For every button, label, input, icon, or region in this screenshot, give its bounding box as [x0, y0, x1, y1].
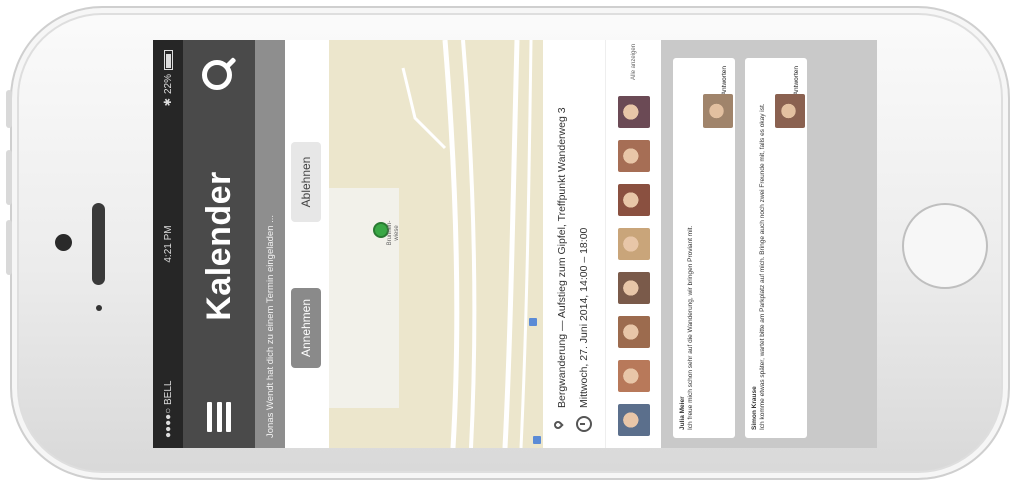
comment-text: Ich freue mich schon sehr auf die Wander…: [687, 225, 694, 430]
battery-icon: [163, 50, 173, 70]
event-map[interactable]: Annehmen Ablehnen Brunnen- wiese: [285, 40, 543, 448]
attendee-avatar[interactable]: [617, 404, 650, 436]
reply-link[interactable]: Antworten: [793, 66, 801, 95]
attendee-avatar[interactable]: [617, 96, 650, 128]
earpiece-speaker: [92, 203, 105, 285]
comment-avatar[interactable]: [703, 94, 733, 128]
show-all-attendees[interactable]: Alle anzeigen: [631, 44, 637, 80]
status-right: ✱ 22%: [163, 50, 174, 106]
location-row: Bergwanderung — Aufstieg zum Gipfel, Tre…: [551, 52, 573, 432]
attendee-avatar[interactable]: [617, 228, 650, 260]
hamburger-icon[interactable]: [207, 402, 231, 432]
screen: ●●●●○ BELL 4:21 PM ✱ 22% Kalender Jonas …: [153, 40, 877, 448]
attendee-avatar[interactable]: [617, 316, 650, 348]
comment-author: Simon Krause: [751, 386, 758, 430]
volume-down-button: [6, 220, 12, 275]
carrier-label: ●●●●○ BELL: [162, 380, 174, 438]
comment-text: Ich komme etwas später, wartet bitte am …: [759, 103, 766, 430]
mute-switch: [6, 90, 12, 128]
front-camera: [55, 234, 72, 251]
reply-link[interactable]: Antworten: [721, 66, 729, 95]
search-icon[interactable]: [202, 56, 237, 90]
attendee-avatar[interactable]: [617, 272, 650, 304]
datetime-row: Mittwoch, 27. Juni 2014, 14:00 – 18:00: [573, 52, 595, 432]
attendee-avatar[interactable]: [617, 140, 650, 172]
transit-marker-icon: [529, 318, 537, 326]
page-title: Kalender: [199, 171, 238, 321]
event-details: Bergwanderung — Aufstieg zum Gipfel, Tre…: [543, 40, 605, 448]
attendee-avatar[interactable]: [617, 184, 650, 216]
home-button[interactable]: [902, 203, 988, 289]
app-view: ●●●●○ BELL 4:21 PM ✱ 22% Kalender Jonas …: [153, 40, 877, 448]
event-location: Bergwanderung — Aufstieg zum Gipfel, Tre…: [556, 107, 568, 408]
attendee-list: Alle anzeigen: [605, 40, 661, 448]
accept-button[interactable]: Annehmen: [291, 288, 321, 368]
comment-author: Julia Meier: [679, 396, 686, 430]
app-header: Kalender: [183, 40, 255, 448]
bluetooth-icon: ✱: [162, 98, 174, 107]
map-roads: [401, 40, 533, 448]
volume-up-button: [6, 150, 12, 205]
comment-avatar[interactable]: [775, 94, 805, 128]
reject-button[interactable]: Ablehnen: [291, 142, 321, 222]
transit-marker-icon: [533, 436, 541, 444]
map-pin-icon: [554, 416, 570, 432]
attendee-avatar[interactable]: [617, 360, 650, 392]
clock-icon: [576, 416, 592, 432]
battery-percent: 22%: [162, 74, 174, 95]
event-datetime: Mittwoch, 27. Juni 2014, 14:00 – 18:00: [578, 227, 590, 408]
status-bar: ●●●●○ BELL 4:21 PM ✱ 22%: [153, 40, 183, 448]
invitation-text: Jonas Wendt hat dich zu einem Termin ein…: [255, 40, 285, 448]
comments-section: Julia Meier Ich freue mich schon sehr auf…: [661, 40, 877, 448]
pin-label: Brunnen- wiese: [387, 220, 400, 246]
proximity-sensor: [96, 305, 102, 311]
